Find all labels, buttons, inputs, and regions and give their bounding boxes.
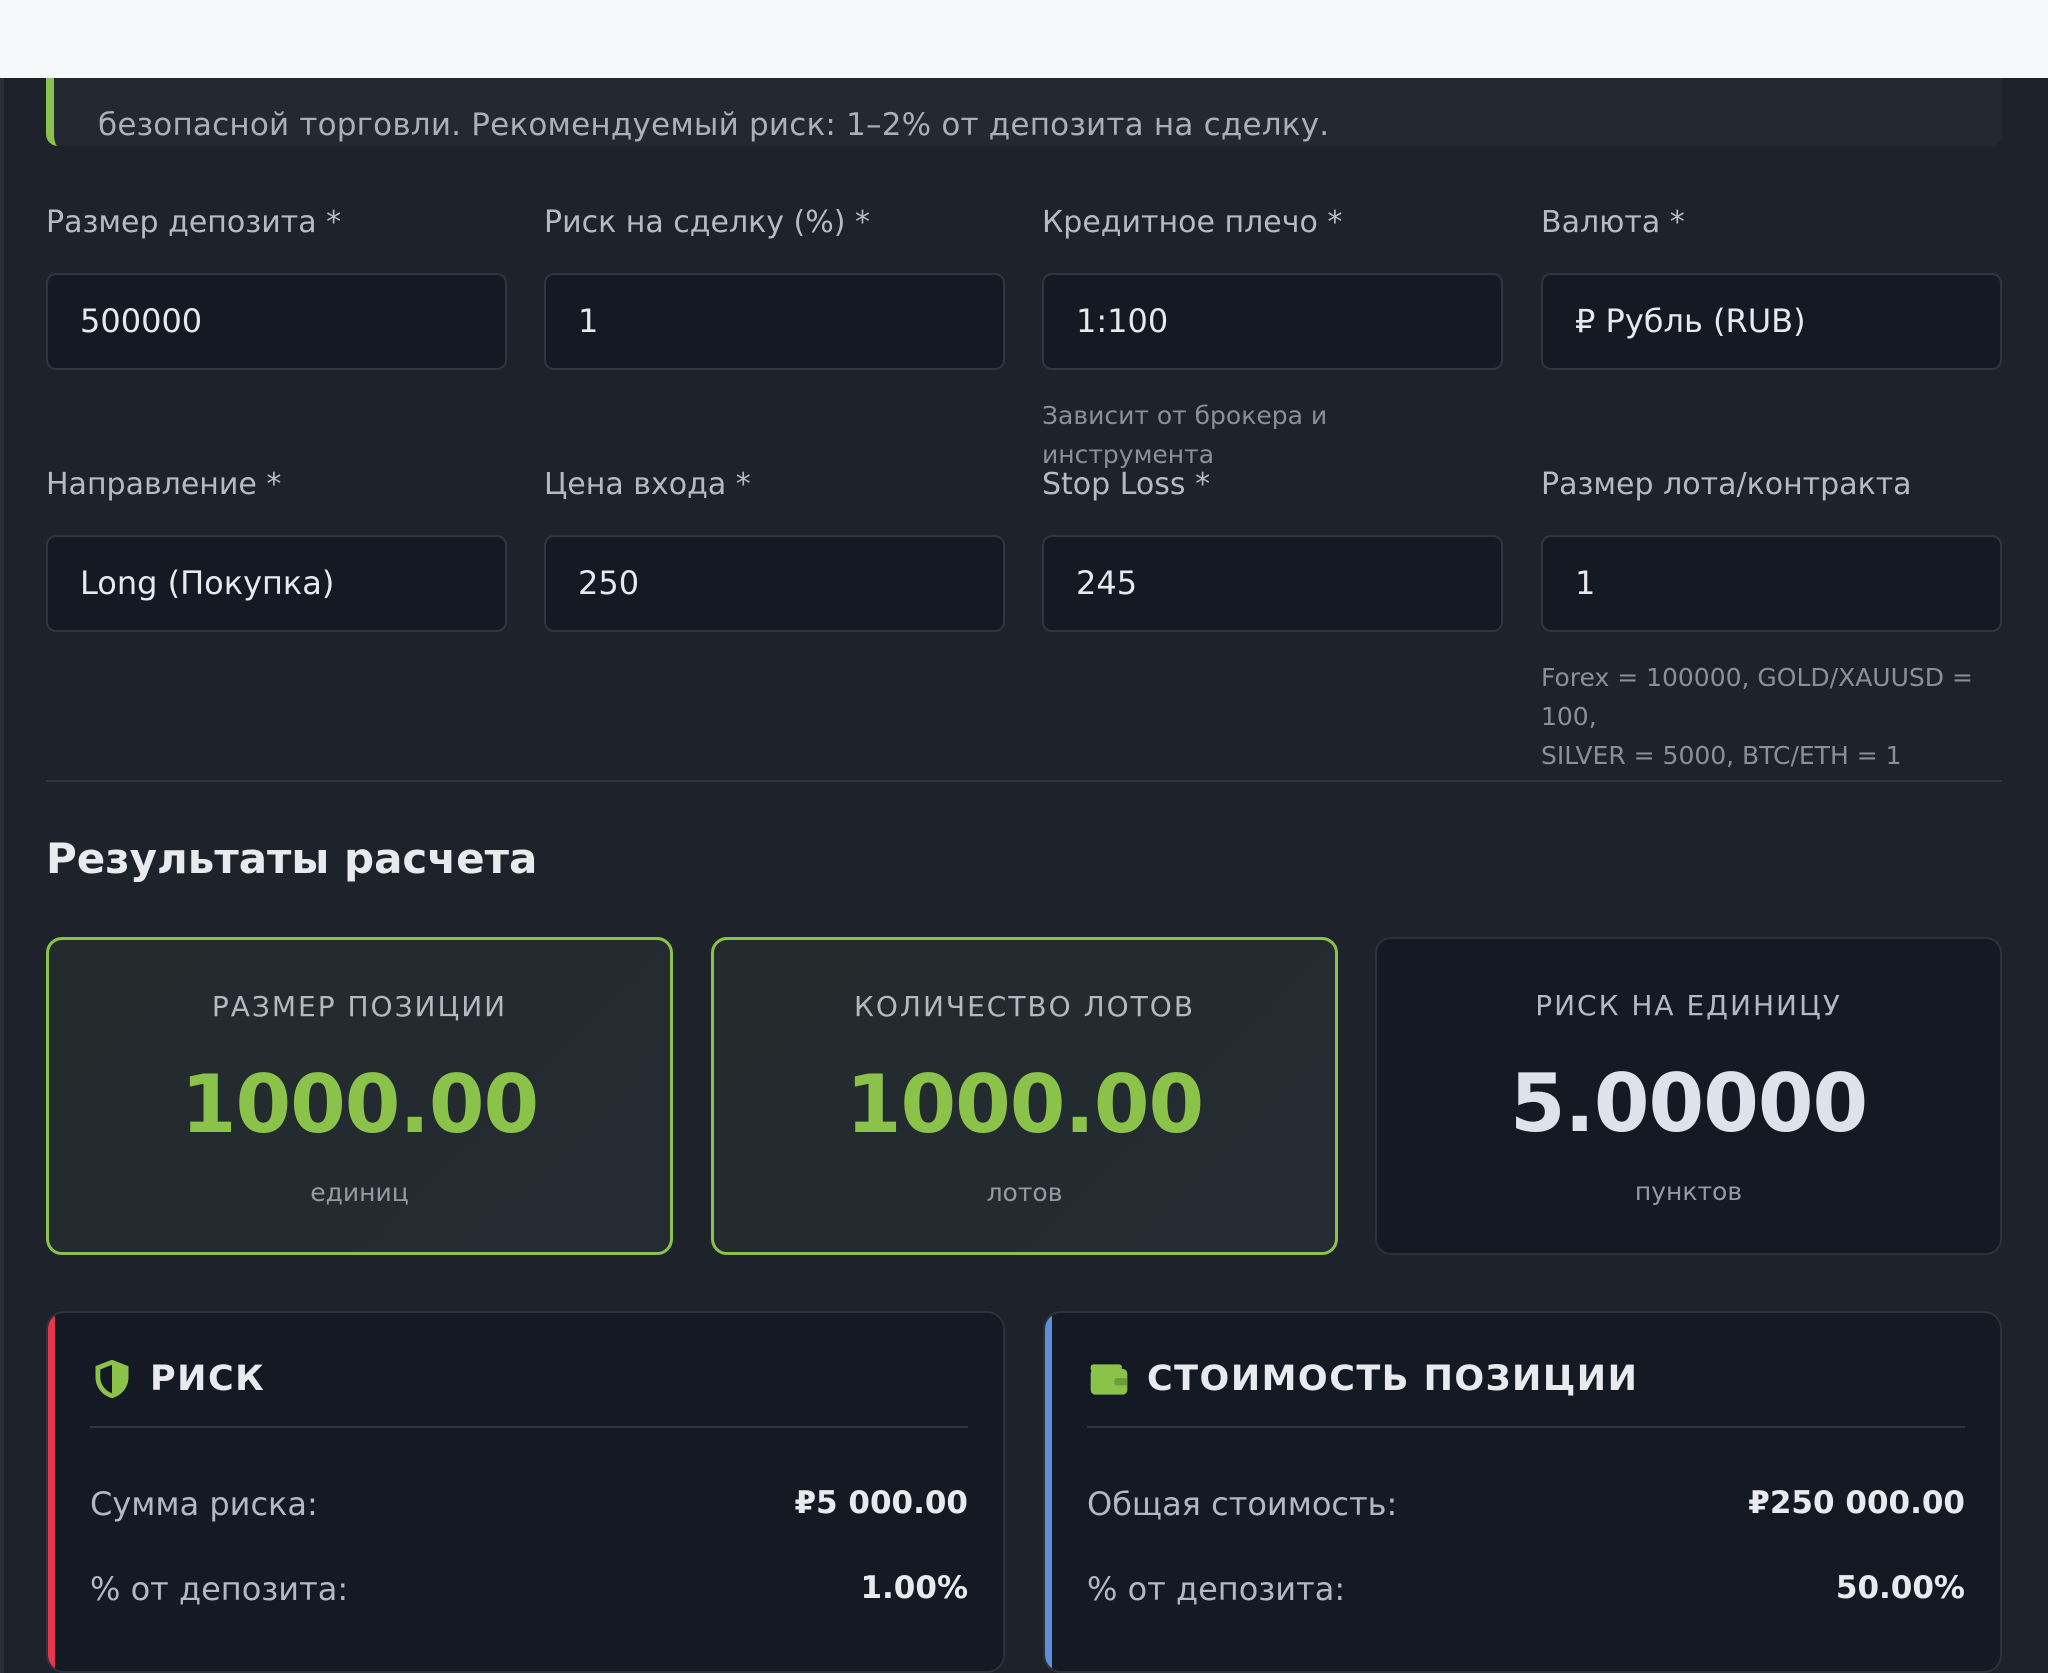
lot-size-field: Размер лота/контракта 1 Forex = 100000, … [1541, 465, 2002, 775]
lots-card: КОЛИЧЕСТВО ЛОТОВ 1000.00 лотов [711, 937, 1338, 1255]
stop-loss-field: Stop Loss * 245 [1042, 465, 1503, 632]
risk-per-unit-card: РИСК НА ЕДИНИЦУ 5.00000 пунктов [1375, 937, 2002, 1255]
leverage-select[interactable]: 1:100 [1042, 273, 1503, 370]
risk-per-unit-unit: пунктов [1634, 1177, 1743, 1206]
risk-amount-label: Сумма риска: [90, 1485, 318, 1523]
currency-select[interactable]: ₽ Рубль (RUB) [1541, 273, 2002, 370]
leverage-hint: Зависит от брокера и инструмента [1042, 401, 1328, 469]
risk-percent-row-value: 1.00% [860, 1570, 968, 1606]
lot-size-hint-line-1: Forex = 100000, GOLD/XAUUSD = 100, [1541, 663, 1973, 731]
lot-size-hint: Forex = 100000, GOLD/XAUUSD = 100, SILVE… [1541, 658, 2002, 775]
risk-panel-divider [90, 1426, 968, 1428]
risk-percent-field: Риск на сделку (%) * 1 [544, 203, 1005, 370]
entry-price-input[interactable]: 250 [544, 535, 1005, 632]
lot-size-input[interactable]: 1 [1541, 535, 2002, 632]
risk-percent-input[interactable]: 1 [544, 273, 1005, 370]
lot-size-label: Размер лота/контракта [1541, 467, 1912, 502]
entry-price-field: Цена входа * 250 [544, 465, 1005, 632]
position-size-value: 1000.00 [180, 1058, 539, 1151]
position-size-card: РАЗМЕР ПОЗИЦИИ 1000.00 единиц [46, 937, 673, 1255]
total-value-row: Общая стоимость: ₽250 000.00 [1087, 1485, 1965, 1529]
position-size-label: РАЗМЕР ПОЗИЦИИ [211, 990, 508, 1023]
value-percent-value: 50.00% [1835, 1570, 1965, 1606]
stop-loss-input[interactable]: 245 [1042, 535, 1503, 632]
risk-panel-header: РИСК [90, 1357, 265, 1401]
position-size-unit: единиц [310, 1178, 409, 1207]
section-divider [46, 780, 2002, 782]
currency-field: Валюта * ₽ Рубль (RUB) [1541, 203, 2002, 370]
deposit-field: Размер депозита * 500000 [46, 203, 507, 370]
risk-percent-row: % от депозита: 1.00% [90, 1570, 968, 1614]
wallet-icon [1090, 1364, 1128, 1395]
shield-icon [95, 1359, 129, 1399]
position-value-panel-stripe [1045, 1313, 1052, 1671]
risk-panel: РИСК Сумма риска: ₽5 000.00 % от депозит… [46, 1311, 1005, 1673]
stop-loss-label: Stop Loss * [1042, 467, 1211, 502]
entry-price-label: Цена входа * [544, 467, 751, 502]
position-value-panel: СТОИМОСТЬ ПОЗИЦИИ Общая стоимость: ₽250 … [1043, 1311, 2002, 1673]
position-value-panel-divider [1087, 1426, 1965, 1428]
leverage-field: Кредитное плечо * 1:100 Зависит от броке… [1042, 203, 1503, 474]
deposit-label: Размер депозита * [46, 205, 342, 240]
frame-edge [0, 78, 4, 1673]
currency-label: Валюта * [1541, 205, 1685, 240]
lots-unit: лотов [986, 1178, 1063, 1207]
results-title: Результаты расчета [46, 834, 538, 883]
lots-value: 1000.00 [845, 1058, 1204, 1151]
risk-amount-row: Сумма риска: ₽5 000.00 [90, 1485, 968, 1529]
risk-panel-stripe [48, 1313, 55, 1671]
direction-select[interactable]: Long (Покупка) [46, 535, 507, 632]
risk-amount-value: ₽5 000.00 [794, 1485, 968, 1521]
position-value-panel-header: СТОИМОСТЬ ПОЗИЦИИ [1087, 1357, 1638, 1401]
lots-label: КОЛИЧЕСТВО ЛОТОВ [853, 990, 1196, 1023]
deposit-input[interactable]: 500000 [46, 273, 507, 370]
lot-size-hint-line-2: SILVER = 5000, BTC/ETH = 1 [1541, 741, 1902, 770]
position-value-panel-title: СТОИМОСТЬ ПОЗИЦИИ [1147, 1359, 1639, 1399]
total-value-label: Общая стоимость: [1087, 1485, 1398, 1523]
total-value-value: ₽250 000.00 [1748, 1485, 1965, 1521]
risk-percent-label: Риск на сделку (%) * [544, 205, 871, 240]
risk-per-unit-value: 5.00000 [1509, 1057, 1868, 1150]
direction-label: Направление * [46, 467, 282, 502]
risk-panel-title: РИСК [150, 1359, 266, 1399]
direction-field: Направление * Long (Покупка) [46, 465, 507, 632]
info-note-text: безопасной торговли. Рекомендуемый риск:… [98, 107, 1330, 143]
leverage-label: Кредитное плечо * [1042, 205, 1343, 240]
browser-top-bar [0, 0, 2048, 78]
risk-per-unit-label: РИСК НА ЕДИНИЦУ [1535, 989, 1842, 1022]
risk-percent-row-label: % от депозита: [90, 1570, 349, 1608]
value-percent-label: % от депозита: [1087, 1570, 1346, 1608]
value-percent-row: % от депозита: 50.00% [1087, 1570, 1965, 1614]
